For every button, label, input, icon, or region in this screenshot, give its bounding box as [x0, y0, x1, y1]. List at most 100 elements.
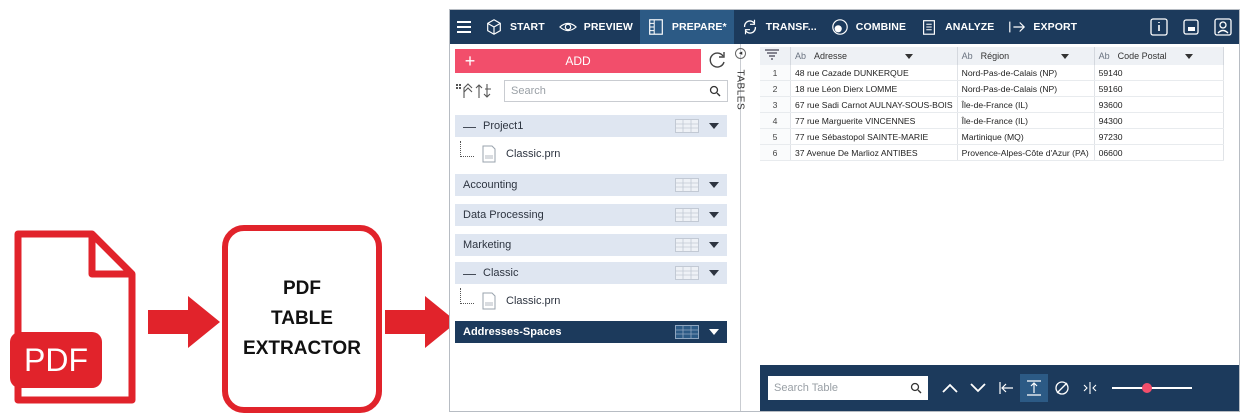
tab-start[interactable]: START	[478, 10, 552, 44]
chevron-up-icon[interactable]	[936, 374, 964, 402]
tab-combine[interactable]: COMBINE	[824, 10, 913, 44]
group-addresses-spaces[interactable]: Addresses-Spaces	[455, 321, 727, 343]
zoom-slider[interactable]	[1112, 383, 1192, 393]
grid-icon[interactable]	[675, 119, 699, 133]
cell-region[interactable]: Martinique (MQ)	[957, 128, 1095, 145]
eye-icon	[558, 22, 577, 32]
collapse-icon[interactable]: —	[463, 119, 477, 134]
tab-start-label: START	[510, 21, 545, 33]
info-icon[interactable]	[1149, 17, 1169, 37]
chevron-down-icon[interactable]	[964, 374, 992, 402]
tab-prepare[interactable]: PREPARE*	[639, 10, 734, 44]
table-search-placeholder: Search Table	[774, 382, 839, 394]
cell-region[interactable]: Nord-Pas-de-Calais (NP)	[957, 80, 1095, 97]
table-row[interactable]: 3 67 rue Sadi Carnot AULNAY-SOUS-BOIS Îl…	[760, 96, 1224, 113]
user-icon[interactable]	[1213, 17, 1233, 37]
grid-icon[interactable]	[675, 238, 699, 252]
cube-icon	[487, 19, 501, 35]
column-name: Région	[980, 51, 1010, 61]
menu-icon[interactable]	[450, 10, 478, 44]
chevron-down-icon[interactable]	[709, 182, 719, 188]
grid-icon[interactable]	[675, 178, 699, 192]
group-accounting[interactable]: Accounting	[455, 174, 727, 196]
cell-adresse[interactable]: 48 rue Cazade DUNKERQUE	[790, 65, 958, 81]
table-row[interactable]: 5 77 rue Sébastopol SAINTE-MARIE Martini…	[760, 128, 1224, 145]
collapse-icon[interactable]: —	[463, 266, 477, 281]
file-item[interactable]: Classic.prn	[460, 141, 660, 167]
pdf-label: PDF	[24, 342, 88, 378]
row-index-header[interactable]	[760, 47, 791, 65]
table-search-input[interactable]: Search Table	[768, 376, 928, 400]
chevron-down-icon[interactable]	[709, 212, 719, 218]
chevron-down-icon[interactable]	[709, 123, 719, 129]
table-row[interactable]: 6 37 Avenue De Marlioz ANTIBES Provence-…	[760, 144, 1224, 161]
add-button[interactable]: + ADD	[455, 49, 701, 73]
cell-code-postal[interactable]: 94300	[1094, 112, 1224, 129]
app-window: START PREVIEW PREPARE* TRANSF... COMBINE…	[449, 9, 1240, 412]
table-filter-icon	[765, 49, 779, 60]
cell-region[interactable]: Nord-Pas-de-Calais (NP)	[957, 65, 1095, 81]
chevron-down-icon[interactable]	[905, 54, 914, 60]
cell-code-postal[interactable]: 06600	[1094, 144, 1224, 161]
column-header-code-postal[interactable]: Ab Code Postal	[1094, 47, 1224, 65]
arrow-right-icon	[385, 296, 457, 348]
file-name: Classic.prn	[506, 295, 561, 307]
refresh-icon[interactable]	[707, 50, 727, 70]
row-index: 3	[760, 96, 791, 113]
plus-icon: +	[464, 50, 476, 71]
sort-icon[interactable]	[454, 82, 498, 100]
column-width-icon[interactable]	[1076, 374, 1104, 402]
tree-connector	[460, 141, 474, 157]
cell-region[interactable]: Île-de-France (IL)	[957, 96, 1095, 113]
tab-export[interactable]: EXPORT	[1001, 10, 1084, 44]
grid-icon[interactable]	[675, 325, 699, 339]
grid-icon[interactable]	[675, 208, 699, 222]
collapse-panel-icon[interactable]: ◂	[735, 48, 746, 59]
pdf-file-icon: PDF	[10, 228, 140, 408]
search-input[interactable]: Search	[504, 80, 728, 102]
table-row[interactable]: 2 18 rue Léon Dierx LOMME Nord-Pas-de-Ca…	[760, 80, 1224, 97]
arrow-right-icon	[148, 296, 220, 348]
combine-icon	[832, 19, 848, 35]
window-icon[interactable]	[1181, 17, 1201, 37]
table-row[interactable]: 4 77 rue Marguerite VINCENNES Île-de-Fra…	[760, 112, 1224, 129]
cell-code-postal[interactable]: 97230	[1094, 128, 1224, 145]
chevron-down-icon[interactable]	[709, 270, 719, 276]
table-row[interactable]: 1 48 rue Cazade DUNKERQUE Nord-Pas-de-Ca…	[760, 65, 1224, 81]
group-project1[interactable]: — Project1	[455, 115, 727, 137]
cell-code-postal[interactable]: 59140	[1094, 65, 1224, 81]
extractor-line-1: PDF	[283, 278, 321, 299]
chevron-down-icon[interactable]	[1061, 54, 1070, 60]
chevron-down-icon[interactable]	[1184, 54, 1193, 60]
group-data-processing[interactable]: Data Processing	[455, 204, 727, 226]
cell-region[interactable]: Provence-Alpes-Côte d'Azur (PA)	[957, 144, 1095, 161]
null-values-icon[interactable]	[1048, 374, 1076, 402]
column-header-region[interactable]: Ab Région	[957, 47, 1095, 65]
search-icon	[910, 382, 922, 394]
file-item[interactable]: Classic.prn	[460, 288, 660, 314]
cell-region[interactable]: Île-de-France (IL)	[957, 112, 1095, 129]
group-name: Addresses-Spaces	[463, 326, 562, 338]
cell-code-postal[interactable]: 59160	[1094, 80, 1224, 97]
tab-transform[interactable]: TRANSF...	[734, 10, 824, 44]
fit-height-icon[interactable]	[1020, 374, 1048, 402]
cell-adresse[interactable]: 67 rue Sadi Carnot AULNAY-SOUS-BOIS	[790, 96, 958, 113]
chevron-down-icon[interactable]	[709, 242, 719, 248]
first-column-icon[interactable]	[992, 374, 1020, 402]
tab-preview[interactable]: PREVIEW	[552, 10, 640, 44]
data-grid-panel: Ab Adresse Ab Région Ab Code Postal 1 48 ru…	[760, 44, 1239, 374]
cell-adresse[interactable]: 18 rue Léon Dierx LOMME	[790, 80, 958, 97]
cell-adresse[interactable]: 37 Avenue De Marlioz ANTIBES	[790, 144, 958, 161]
export-arrow-icon	[1009, 21, 1026, 33]
cell-adresse[interactable]: 77 rue Marguerite VINCENNES	[790, 112, 958, 129]
tables-side-tab[interactable]: ◂ TABLES	[734, 44, 750, 124]
chevron-down-icon[interactable]	[709, 329, 719, 335]
tab-analyze[interactable]: ANALYZE	[913, 10, 1001, 44]
group-classic[interactable]: — Classic	[455, 262, 727, 284]
grid-icon[interactable]	[675, 266, 699, 280]
column-header-adresse[interactable]: Ab Adresse	[790, 47, 958, 65]
zoom-slider-handle[interactable]	[1142, 383, 1152, 393]
cell-code-postal[interactable]: 93600	[1094, 96, 1224, 113]
cell-adresse[interactable]: 77 rue Sébastopol SAINTE-MARIE	[790, 128, 958, 145]
group-marketing[interactable]: Marketing	[455, 234, 727, 256]
